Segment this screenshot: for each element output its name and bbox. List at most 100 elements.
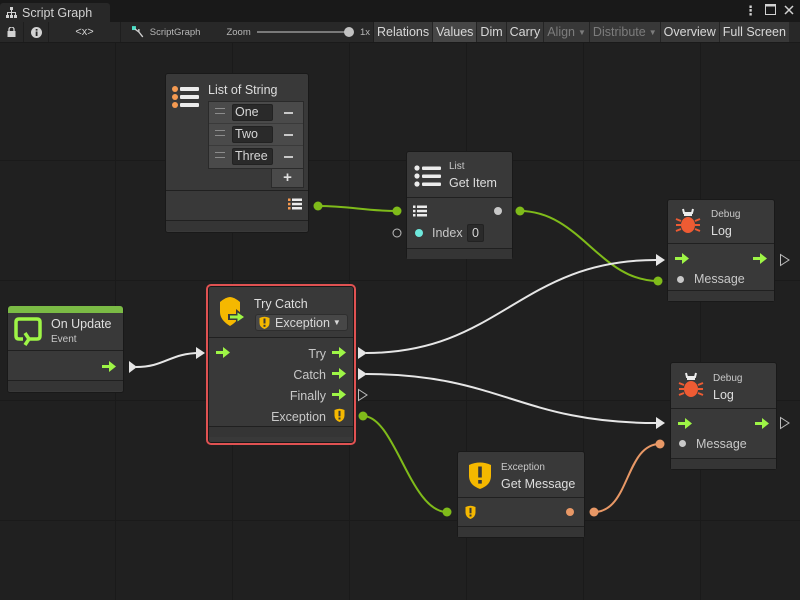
node-category: Debug (711, 209, 741, 220)
node-title: On Update (51, 317, 112, 331)
exception-input-icon[interactable] (465, 505, 476, 519)
flow-input-icon[interactable] (678, 418, 692, 429)
dim-button[interactable]: Dim (477, 22, 507, 42)
info-icon (30, 26, 42, 38)
exception-type-label: Exception (275, 315, 330, 330)
list-item: One (209, 102, 303, 124)
catch-port-label: Catch (293, 368, 326, 382)
index-port[interactable] (415, 229, 423, 237)
info-button[interactable] (24, 22, 49, 42)
align-dropdown[interactable]: Align ▼ (544, 22, 590, 42)
remove-item-button[interactable] (284, 112, 293, 114)
finally-port-label: Finally (289, 389, 326, 403)
script-graph-icon (132, 26, 144, 38)
node-category: Exception (501, 462, 545, 473)
node-on-update[interactable]: On Update Event (7, 306, 124, 393)
index-field[interactable]: 0 (467, 224, 484, 242)
node-category: List (449, 161, 465, 172)
exception-icon (469, 462, 491, 489)
node-title: Try Catch (254, 297, 308, 311)
node-footer (407, 249, 512, 259)
try-catch-icon (220, 297, 246, 326)
message-output-port[interactable] (566, 508, 574, 516)
zoom-label: Zoom (226, 26, 251, 38)
overview-button[interactable]: Overview (660, 22, 720, 42)
flow-output-icon[interactable] (332, 389, 346, 400)
node-category: Debug (713, 373, 743, 384)
flow-input-icon[interactable] (675, 253, 689, 264)
node-debug-log-1[interactable]: Debug Log Message (667, 199, 775, 302)
try-port-label: Try (308, 347, 326, 361)
graph-name-breadcrumb[interactable]: ScriptGraph (150, 27, 201, 38)
event-header-bar (8, 306, 123, 313)
flow-input-icon[interactable] (216, 347, 230, 358)
drag-handle-icon[interactable] (215, 108, 225, 114)
output-port[interactable] (494, 207, 502, 215)
node-title: Get Message (501, 477, 576, 491)
node-exception-get-message[interactable]: Exception Get Message (457, 451, 585, 538)
flow-output-icon[interactable] (102, 361, 116, 372)
update-loop-icon (14, 317, 42, 346)
list-item: Two (209, 124, 303, 146)
message-port[interactable] (679, 440, 686, 447)
bug-icon (675, 208, 701, 233)
node-debug-log-2[interactable]: Debug Log Message (670, 362, 777, 470)
node-subtitle: Event (51, 334, 77, 345)
node-footer (209, 427, 353, 437)
distribute-dropdown[interactable]: Distribute ▼ (589, 22, 661, 42)
tab-title: Script Graph (22, 5, 93, 20)
node-footer (668, 291, 774, 301)
relations-button[interactable]: Relations (374, 22, 434, 42)
flow-output-icon[interactable] (332, 368, 346, 379)
list-input-icon (413, 205, 427, 217)
list-output-icon (288, 198, 302, 210)
string-list: One Two Three + (208, 101, 304, 188)
zoom-slider-thumb[interactable] (343, 27, 354, 37)
exception-icon (259, 316, 270, 329)
list-item-field[interactable]: Two (232, 126, 273, 143)
overview-label: Overview (663, 25, 716, 39)
list-item-field[interactable]: One (232, 104, 273, 121)
zoom-slider[interactable] (256, 27, 354, 37)
remove-item-button[interactable] (284, 156, 293, 158)
message-label: Message (696, 437, 747, 451)
list-icon (414, 165, 441, 187)
maximize-icon[interactable] (765, 3, 776, 19)
more-options-icon[interactable]: ⋮ (744, 3, 757, 19)
message-label: Message (694, 272, 745, 286)
relations-label: Relations (377, 25, 430, 39)
carry-button[interactable]: Carry (506, 22, 545, 42)
node-footer (458, 527, 584, 537)
close-icon[interactable] (784, 3, 794, 19)
exception-type-dropdown[interactable]: Exception ▼ (255, 314, 348, 331)
node-try-catch[interactable]: Try Catch Exception ▼ Try Catch Finally … (206, 284, 356, 445)
flow-output-icon[interactable] (755, 418, 769, 429)
node-title: Get Item (449, 176, 497, 190)
tab-script-graph[interactable]: Script Graph (0, 3, 110, 22)
full-screen-label: Full Screen (722, 25, 786, 39)
bug-icon (678, 372, 704, 397)
distribute-label: Distribute (592, 25, 646, 39)
chevron-down-icon: ▼ (578, 27, 586, 37)
zoom-value: 1x (359, 26, 370, 38)
graph-breadcrumb: ScriptGraph Zoom 1x (121, 22, 374, 42)
node-title: Log (713, 388, 734, 402)
message-port[interactable] (677, 276, 684, 283)
drag-handle-icon[interactable] (215, 152, 225, 158)
node-list-of-string[interactable]: List of String One Two Three + (165, 73, 309, 233)
graph-hierarchy-icon (6, 7, 17, 18)
list-item-field[interactable]: Three (232, 148, 273, 165)
node-title: List of String (208, 83, 278, 97)
remove-item-button[interactable] (284, 134, 293, 136)
drag-handle-icon[interactable] (215, 130, 225, 136)
lock-button[interactable] (0, 22, 24, 42)
values-button[interactable]: Values (433, 22, 478, 42)
variables-label: <x> (75, 26, 94, 38)
add-item-button[interactable]: + (271, 168, 304, 188)
variables-button[interactable]: <x> (49, 22, 121, 42)
full-screen-button[interactable]: Full Screen (719, 22, 789, 42)
flow-output-icon[interactable] (753, 253, 767, 264)
flow-output-icon[interactable] (332, 347, 346, 358)
exception-icon[interactable] (334, 408, 345, 422)
node-list-get-item[interactable]: List Get Item Index 0 (406, 151, 513, 259)
